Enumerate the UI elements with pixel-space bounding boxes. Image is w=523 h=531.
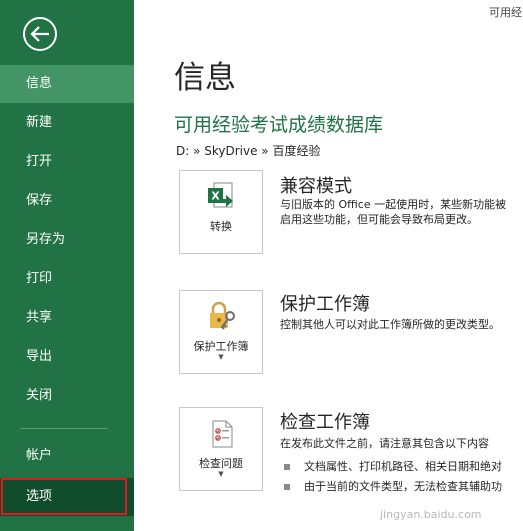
check-issues-button-label: 检查问题 — [199, 457, 243, 470]
bullet-text: 文档属性、打印机路径、相关日期和绝对 — [304, 460, 502, 473]
dropdown-caret-icon: ▼ — [218, 470, 224, 478]
document-title: 可用经验考试成绩数据库 — [174, 114, 384, 136]
nav-account[interactable]: 帐户 — [0, 437, 134, 475]
nav-save[interactable]: 保存 — [0, 182, 134, 220]
bullet-icon — [284, 464, 290, 470]
nav-save-as[interactable]: 另存为 — [0, 221, 134, 259]
protect-workbook-button-label: 保护工作簿 — [193, 340, 249, 353]
list-item: 文档属性、打印机路径、相关日期和绝对 — [284, 458, 523, 474]
back-arrow-icon — [23, 17, 57, 51]
nav-share[interactable]: 共享 — [0, 299, 134, 337]
convert-button[interactable]: X 转换 — [179, 170, 263, 254]
nav-divider — [20, 428, 108, 429]
breadcrumb[interactable]: D: » SkyDrive » 百度经验 — [176, 142, 320, 159]
section-desc-compat-2: 启用这些功能，但可能会导致布局更改。 — [280, 213, 478, 226]
nav-close[interactable]: 关闭 — [0, 377, 134, 415]
backstage-sidebar: 信息 新建 打开 保存 另存为 打印 共享 导出 关闭 帐户 选项 — [0, 0, 134, 531]
nav-print[interactable]: 打印 — [0, 260, 134, 298]
lock-key-icon — [210, 301, 235, 330]
nav-open[interactable]: 打开 — [0, 143, 134, 181]
convert-button-label: 转换 — [210, 220, 232, 233]
excel-convert-icon: X — [208, 182, 233, 208]
nav-export[interactable]: 导出 — [0, 338, 134, 376]
nav-options[interactable]: 选项 — [0, 478, 134, 516]
window-title-fragment: 可用经 — [489, 6, 522, 19]
section-title-inspect: 检查工作簿 — [280, 412, 370, 433]
page-title: 信息 — [174, 60, 236, 96]
section-desc-inspect: 在发布此文件之前，请注意其包含以下内容 — [280, 437, 489, 450]
section-title-compat: 兼容模式 — [280, 176, 352, 197]
dropdown-caret-icon: ▼ — [218, 353, 224, 361]
nav-new[interactable]: 新建 — [0, 104, 134, 142]
protect-workbook-button[interactable]: 保护工作簿 ▼ — [179, 290, 263, 374]
check-issues-button[interactable]: 检查问题 ▼ — [179, 407, 263, 491]
section-title-protect: 保护工作簿 — [280, 294, 370, 315]
section-desc-protect: 控制其他人可以对此工作簿所做的更改类型。 — [280, 318, 500, 331]
nav-info[interactable]: 信息 — [0, 65, 134, 103]
bullet-text: 由于当前的文件类型，无法检查其辅助功 — [304, 480, 502, 493]
inspect-document-icon — [212, 420, 233, 448]
svg-text:X: X — [211, 190, 220, 203]
list-item: 由于当前的文件类型，无法检查其辅助功 — [284, 478, 523, 494]
watermark: jingyan.baidu.com — [380, 508, 482, 521]
section-desc-compat-1: 与旧版本的 Office 一起使用时，某些新功能被 — [280, 198, 507, 211]
back-button[interactable] — [20, 14, 60, 54]
bullet-icon — [284, 484, 290, 490]
